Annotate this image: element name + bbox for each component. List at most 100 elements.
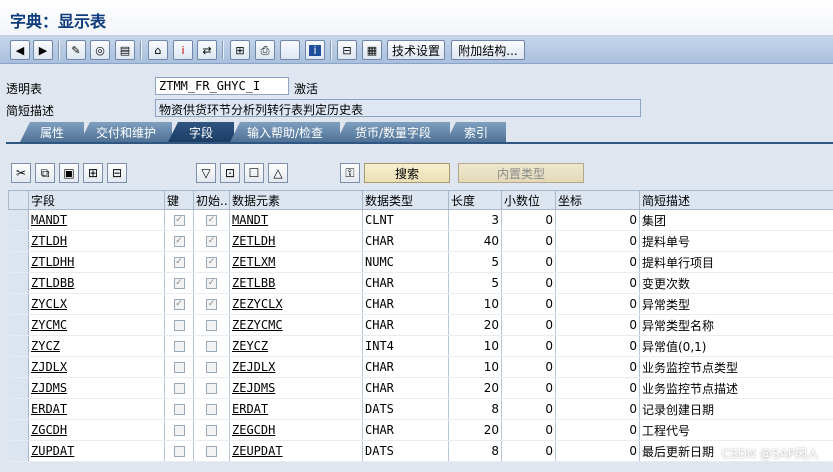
- cut-icon[interactable]: ✂: [11, 163, 31, 183]
- table-row[interactable]: ZTLDHH ✓ ✓ ZETLXM NUMC 5 0 0 提料单行项目: [8, 251, 833, 273]
- row-selector[interactable]: [8, 293, 29, 315]
- table-row[interactable]: MANDT ✓ ✓ MANDT CLNT 3 0 0 集团: [8, 209, 833, 231]
- tab-delivery-maintenance[interactable]: 交付和维护: [80, 122, 172, 142]
- sort-up-icon[interactable]: △: [268, 163, 288, 183]
- pencil-glasses-icon[interactable]: ✎: [66, 40, 86, 60]
- data-element-cell[interactable]: ZETLDH: [229, 230, 363, 252]
- delete-row-icon[interactable]: ⊟: [107, 163, 127, 183]
- field-name-cell[interactable]: ZGCDH: [28, 419, 165, 441]
- key-icon[interactable]: ⚿: [340, 163, 360, 183]
- data-element-cell[interactable]: ZEUPDAT: [229, 440, 363, 462]
- row-selector[interactable]: [8, 209, 29, 231]
- table-row[interactable]: ZYCZ ZEYCZ INT4 10 0 0 异常值(0,1): [8, 335, 833, 357]
- column-header-field[interactable]: 字段: [28, 190, 165, 210]
- field-name-cell[interactable]: ZJDLX: [28, 356, 165, 378]
- select-icon[interactable]: ☐: [244, 163, 264, 183]
- column-header-short-description[interactable]: 简短描述: [639, 190, 833, 210]
- navigate-icon[interactable]: ⇄: [197, 40, 217, 60]
- table-row[interactable]: ZUPDAT ZEUPDAT DATS 8 0 0 最后更新日期: [8, 440, 833, 462]
- field-name-cell[interactable]: MANDT: [28, 209, 165, 231]
- builtin-type-button[interactable]: 内置类型: [458, 163, 584, 183]
- row-selector[interactable]: [8, 335, 29, 357]
- row-selector[interactable]: [8, 314, 29, 336]
- table-row[interactable]: ZYCMC ZEZYCMC CHAR 20 0 0 异常类型名称: [8, 314, 833, 336]
- paste-icon[interactable]: ▣: [59, 163, 79, 183]
- tab-attributes[interactable]: 属性: [20, 122, 84, 142]
- table-row[interactable]: ZJDMS ZEJDMS CHAR 20 0 0 业务监控节点描述: [8, 377, 833, 399]
- table-row[interactable]: ZGCDH ZEGCDH CHAR 20 0 0 工程代号: [8, 419, 833, 441]
- column-header-data-element[interactable]: 数据元素: [229, 190, 363, 210]
- data-element-cell[interactable]: ZEGCDH: [229, 419, 363, 441]
- field-name-cell[interactable]: ERDAT: [28, 398, 165, 420]
- print-icon[interactable]: ⎙: [255, 40, 275, 60]
- field-name-cell[interactable]: ZYCZ: [28, 335, 165, 357]
- data-element-cell[interactable]: ZEZYCLX: [229, 293, 363, 315]
- tab-fields[interactable]: 字段: [168, 122, 234, 142]
- data-element-cell[interactable]: MANDT: [229, 209, 363, 231]
- table-row[interactable]: ZTLDBB ✓ ✓ ZETLBB CHAR 5 0 0 变更次数: [8, 272, 833, 294]
- row-selector[interactable]: [8, 377, 29, 399]
- data-element-cell[interactable]: ZEJDLX: [229, 356, 363, 378]
- tab-indexes[interactable]: 索引: [446, 122, 506, 142]
- info-blue-icon[interactable]: i: [305, 40, 325, 60]
- insert-row-icon[interactable]: ⊞: [83, 163, 103, 183]
- field-name-cell[interactable]: ZJDMS: [28, 377, 165, 399]
- table-row[interactable]: ERDAT ERDAT DATS 8 0 0 记录创建日期: [8, 398, 833, 420]
- hierarchy-icon[interactable]: ⌂: [148, 40, 168, 60]
- select-all-header[interactable]: [8, 190, 29, 210]
- tab-input-help[interactable]: 输入帮助/检查: [230, 122, 340, 142]
- field-name-cell[interactable]: ZYCLX: [28, 293, 165, 315]
- technical-icon[interactable]: ⊟: [337, 40, 357, 60]
- append-structure-button[interactable]: 附加结构...: [451, 40, 525, 60]
- empty-icon[interactable]: [280, 40, 300, 60]
- field-name-cell[interactable]: ZTLDBB: [28, 272, 165, 294]
- tech-settings-button[interactable]: 技术设置: [387, 40, 445, 60]
- short-description-label: 简短描述: [6, 104, 55, 118]
- sort-down-icon[interactable]: ▽: [196, 163, 216, 183]
- table-row[interactable]: ZYCLX ✓ ✓ ZEZYCLX CHAR 10 0 0 异常类型: [8, 293, 833, 315]
- info-red-icon[interactable]: i: [173, 40, 193, 60]
- data-type-cell: CLNT: [362, 209, 449, 231]
- row-selector[interactable]: [8, 230, 29, 252]
- row-selector[interactable]: [8, 398, 29, 420]
- layout-icon[interactable]: ⊞: [230, 40, 250, 60]
- search-help-button[interactable]: 搜索: [364, 163, 450, 183]
- field-name-cell[interactable]: ZUPDAT: [28, 440, 165, 462]
- data-element-cell[interactable]: ZEJDMS: [229, 377, 363, 399]
- filter-icon[interactable]: ⊡: [220, 163, 240, 183]
- field-name-cell[interactable]: ZTLDHH: [28, 251, 165, 273]
- row-selector[interactable]: [8, 356, 29, 378]
- field-name-cell[interactable]: ZYCMC: [28, 314, 165, 336]
- short-description-cell: 异常类型名称: [639, 314, 833, 336]
- forward-icon[interactable]: ▶: [33, 40, 53, 60]
- column-header-initial[interactable]: 初始...: [193, 190, 230, 210]
- structure-icon[interactable]: ▦: [362, 40, 382, 60]
- copy-icon[interactable]: ⧉: [35, 163, 55, 183]
- short-description-field[interactable]: 物资供货环节分析列转行表判定历史表: [155, 99, 641, 117]
- column-header-length[interactable]: 长度: [448, 190, 502, 210]
- where-used-icon[interactable]: ◎: [90, 40, 110, 60]
- table-row[interactable]: ZTLDH ✓ ✓ ZETLDH CHAR 40 0 0 提料单号: [8, 230, 833, 252]
- row-selector[interactable]: [8, 272, 29, 294]
- row-selector[interactable]: [8, 419, 29, 441]
- data-element-cell[interactable]: ZETLBB: [229, 272, 363, 294]
- row-selector[interactable]: [8, 440, 29, 462]
- tab-currency-quantity[interactable]: 货币/数量字段: [336, 122, 450, 142]
- short-description-cell: 提料单号: [639, 230, 833, 252]
- column-header-data-type[interactable]: 数据类型: [362, 190, 449, 210]
- object-list-icon[interactable]: ▤: [115, 40, 135, 60]
- key-cell: [164, 440, 194, 462]
- field-name-cell[interactable]: ZTLDH: [28, 230, 165, 252]
- table-row[interactable]: ZJDLX ZEJDLX CHAR 10 0 0 业务监控节点类型: [8, 356, 833, 378]
- data-element-cell[interactable]: ERDAT: [229, 398, 363, 420]
- row-selector[interactable]: [8, 251, 29, 273]
- data-element-cell[interactable]: ZETLXM: [229, 251, 363, 273]
- column-header-decimals[interactable]: 小数位: [501, 190, 556, 210]
- column-header-coordinate[interactable]: 坐标: [555, 190, 640, 210]
- column-header-key[interactable]: 键: [164, 190, 194, 210]
- short-description-cell: 异常值(0,1): [639, 335, 833, 357]
- table-name-field[interactable]: ZTMM_FR_GHYC_I: [155, 77, 289, 95]
- data-element-cell[interactable]: ZEYCZ: [229, 335, 363, 357]
- data-element-cell[interactable]: ZEZYCMC: [229, 314, 363, 336]
- back-icon[interactable]: ◀: [10, 40, 30, 60]
